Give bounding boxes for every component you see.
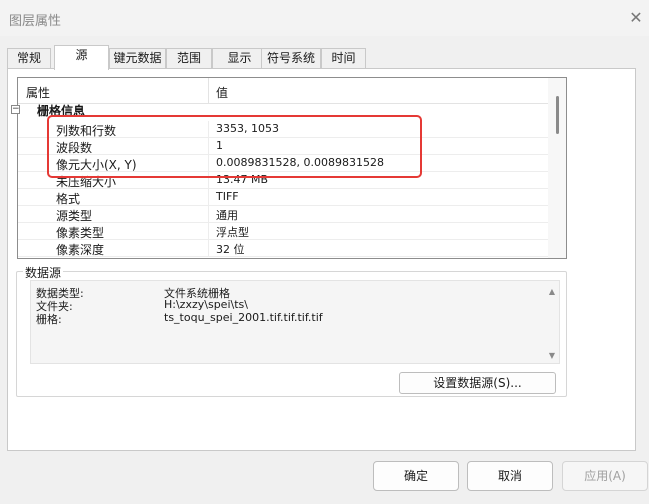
table-row[interactable]: 格式 TIFF bbox=[18, 189, 548, 206]
table-row[interactable]: 源类型 通用 bbox=[18, 206, 548, 223]
group-raster-info: 栅格信息 bbox=[37, 104, 86, 118]
property-table-scrollbar[interactable] bbox=[548, 78, 566, 258]
table-row[interactable]: 像素类型 浮点型 bbox=[18, 223, 548, 240]
row-value: 浮点型 bbox=[216, 226, 249, 239]
ok-button[interactable]: 确定 bbox=[373, 461, 459, 491]
column-separator bbox=[208, 155, 209, 172]
tab-bar: 常规 源 键元数据 范围 显示 符号系统 时间 bbox=[7, 45, 607, 70]
apply-button[interactable]: 应用(A) bbox=[562, 461, 648, 491]
close-icon[interactable]: ✕ bbox=[628, 10, 644, 26]
data-source-label: 数据源 bbox=[23, 264, 64, 281]
row-value: 13.47 MB bbox=[216, 173, 269, 186]
row-key: 格式 bbox=[56, 192, 81, 206]
row-value: 1 bbox=[216, 139, 223, 152]
scroll-up-icon[interactable]: ▲ bbox=[547, 287, 557, 297]
collapse-toggle-icon[interactable]: − bbox=[11, 105, 20, 114]
row-value: 通用 bbox=[216, 209, 238, 222]
tab-extent[interactable]: 范围 bbox=[166, 48, 212, 69]
header-property: 属性 bbox=[26, 86, 51, 100]
table-row[interactable]: 波段数 1 bbox=[18, 138, 548, 155]
row-key: 像素类型 bbox=[56, 226, 105, 240]
tab-time[interactable]: 时间 bbox=[321, 48, 366, 69]
column-separator bbox=[208, 223, 209, 240]
column-separator bbox=[208, 138, 209, 155]
column-separator bbox=[208, 121, 209, 138]
tab-source[interactable]: 源 bbox=[54, 45, 109, 70]
row-key: 源类型 bbox=[56, 209, 93, 223]
window-title: 图层属性 bbox=[9, 14, 62, 29]
cancel-button[interactable]: 取消 bbox=[467, 461, 553, 491]
tab-display[interactable]: 显示 bbox=[212, 48, 267, 69]
row-key: 列数和行数 bbox=[56, 124, 117, 138]
column-separator bbox=[208, 172, 209, 189]
row-value: 32 位 bbox=[216, 243, 245, 256]
scroll-down-icon[interactable]: ▼ bbox=[547, 351, 557, 361]
tab-general[interactable]: 常规 bbox=[7, 48, 51, 69]
set-data-source-button[interactable]: 设置数据源(S)... bbox=[399, 372, 556, 394]
table-row[interactable]: 未压缩大小 13.47 MB bbox=[18, 172, 548, 189]
data-source-scrollbar[interactable]: ▲ ▼ bbox=[544, 281, 559, 363]
column-separator bbox=[208, 240, 209, 257]
data-source-value: ts_toqu_spei_2001.tif.tif.tif.tif bbox=[164, 311, 323, 324]
data-source-key: 栅格: bbox=[36, 313, 62, 326]
title-bar: 图层属性 ✕ bbox=[0, 0, 649, 36]
row-key: 像元大小(X, Y) bbox=[56, 158, 137, 172]
header-value: 值 bbox=[216, 86, 229, 100]
row-value: 0.0089831528, 0.0089831528 bbox=[216, 156, 384, 169]
property-table[interactable]: 属性 值 列数和行数 3353, 1053 波段数 1 像元大小(X, Y) 0… bbox=[17, 77, 567, 259]
row-key: 像素深度 bbox=[56, 243, 105, 257]
property-table-header: 属性 值 bbox=[18, 78, 548, 104]
column-separator bbox=[208, 189, 209, 206]
row-value: TIFF bbox=[216, 190, 239, 203]
tab-symbology[interactable]: 符号系统 bbox=[261, 48, 321, 69]
table-row[interactable]: 列数和行数 3353, 1053 bbox=[18, 121, 548, 138]
header-separator bbox=[208, 78, 209, 104]
row-key: 波段数 bbox=[56, 141, 93, 155]
data-source-textarea[interactable]: 数据类型: 文件系统栅格 文件夹: H:\zxzy\spei\ts\ 栅格: t… bbox=[30, 280, 560, 364]
row-key: 未压缩大小 bbox=[56, 175, 117, 189]
table-row[interactable]: 像元大小(X, Y) 0.0089831528, 0.0089831528 bbox=[18, 155, 548, 172]
scrollbar-thumb[interactable] bbox=[556, 96, 559, 134]
data-source-value: H:\zxzy\spei\ts\ bbox=[164, 298, 248, 311]
tab-key-metadata[interactable]: 键元数据 bbox=[109, 48, 166, 69]
column-separator bbox=[208, 206, 209, 223]
row-value: 3353, 1053 bbox=[216, 122, 279, 135]
table-row[interactable]: 像素深度 32 位 bbox=[18, 240, 548, 257]
